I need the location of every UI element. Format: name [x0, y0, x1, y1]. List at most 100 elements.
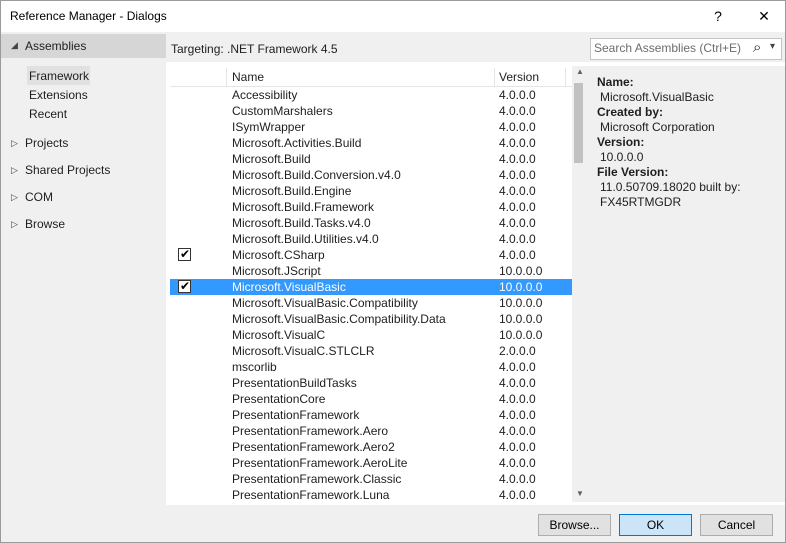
- table-row[interactable]: Microsoft.Build.Engine 4.0.0.0: [170, 183, 572, 199]
- table-row[interactable]: ISymWrapper 4.0.0.0: [170, 119, 572, 135]
- row-version: 4.0.0.0: [499, 232, 536, 246]
- table-row[interactable]: Accessibility 4.0.0.0: [170, 87, 572, 103]
- sidebar-item-projects[interactable]: Projects: [25, 136, 68, 150]
- column-header-version[interactable]: Version: [499, 70, 539, 84]
- detail-file-version-value-cont: FX45RTMGDR: [600, 195, 682, 209]
- row-version: 2.0.0.0: [499, 344, 536, 358]
- table-row[interactable]: Microsoft.Build.Utilities.v4.0 4.0.0.0: [170, 231, 572, 247]
- row-version: 4.0.0.0: [499, 104, 536, 118]
- row-version: 4.0.0.0: [499, 216, 536, 230]
- sidebar-header-label: Assemblies: [25, 39, 87, 53]
- table-row[interactable]: Microsoft.Build.Tasks.v4.0 4.0.0.0: [170, 215, 572, 231]
- detail-file-version-value: 11.0.50709.18020 built by:: [600, 180, 741, 194]
- title-bar: Reference Manager - Dialogs ? ✕: [1, 1, 785, 32]
- scroll-up-icon[interactable]: ▲: [576, 67, 584, 76]
- row-version: 4.0.0.0: [499, 88, 536, 102]
- row-version: 4.0.0.0: [499, 200, 536, 214]
- row-version: 4.0.0.0: [499, 408, 536, 422]
- sidebar-item-shared-projects[interactable]: Shared Projects: [25, 163, 110, 177]
- row-name: Microsoft.VisualC.STLCLR: [232, 344, 375, 358]
- column-divider[interactable]: [226, 68, 227, 86]
- row-version: 4.0.0.0: [499, 392, 536, 406]
- row-name: PresentationCore: [232, 392, 326, 406]
- row-name: Microsoft.Build.Engine: [232, 184, 352, 198]
- row-name: Microsoft.Build.Framework: [232, 200, 375, 214]
- row-version: 4.0.0.0: [499, 152, 536, 166]
- collapsed-triangle-icon[interactable]: ▷: [11, 165, 18, 176]
- table-row[interactable]: PresentationFramework 4.0.0.0: [170, 407, 572, 423]
- close-button[interactable]: ✕: [744, 1, 784, 32]
- search-input[interactable]: [594, 40, 744, 56]
- table-row[interactable]: Microsoft.VisualBasic.Compatibility 10.0.…: [170, 295, 572, 311]
- row-version: 10.0.0.0: [499, 312, 543, 326]
- detail-version-label: Version:: [597, 135, 645, 149]
- table-row[interactable]: Microsoft.Build.Conversion.v4.0 4.0.0.0: [170, 167, 572, 183]
- row-name: Accessibility: [232, 88, 298, 102]
- row-name: PresentationFramework.Aero2: [232, 440, 395, 454]
- column-divider[interactable]: [494, 68, 495, 86]
- table-row[interactable]: Microsoft.Activities.Build 4.0.0.0: [170, 135, 572, 151]
- row-name: PresentationFramework.Aero: [232, 424, 389, 438]
- column-divider: [565, 68, 566, 86]
- browse-button[interactable]: Browse...: [538, 514, 611, 536]
- table-row[interactable]: ✔ Microsoft.CSharp 4.0.0.0: [170, 247, 572, 263]
- sidebar-item-extensions[interactable]: Extensions: [29, 88, 88, 102]
- row-version: 10.0.0.0: [499, 328, 543, 342]
- row-name: mscorlib: [232, 360, 277, 374]
- table-row[interactable]: Microsoft.JScript 10.0.0.0: [170, 263, 572, 279]
- checkmark-icon: ✔: [180, 247, 191, 261]
- table-row[interactable]: Microsoft.VisualBasic.Compatibility.Data…: [170, 311, 572, 327]
- table-row[interactable]: ✔ Microsoft.VisualBasic 10.0.0.0: [170, 279, 572, 295]
- ok-button[interactable]: OK: [619, 514, 692, 536]
- row-name: ISymWrapper: [232, 120, 306, 134]
- scroll-down-icon[interactable]: ▼: [576, 489, 584, 498]
- collapsed-triangle-icon[interactable]: ▷: [11, 219, 18, 230]
- table-row[interactable]: Microsoft.VisualC.STLCLR 2.0.0.0: [170, 343, 572, 359]
- detail-name-label: Name:: [597, 75, 634, 89]
- row-name: PresentationFramework: [232, 408, 360, 422]
- table-row[interactable]: PresentationBuildTasks 4.0.0.0: [170, 375, 572, 391]
- row-version: 4.0.0.0: [499, 440, 536, 454]
- row-checkbox[interactable]: ✔: [178, 279, 191, 293]
- cancel-button[interactable]: Cancel: [700, 514, 773, 536]
- search-dropdown-icon[interactable]: ▾: [770, 41, 775, 52]
- table-row[interactable]: PresentationFramework.Aero2 4.0.0.0: [170, 439, 572, 455]
- collapsed-triangle-icon[interactable]: ▷: [11, 138, 18, 149]
- sidebar-item-framework[interactable]: Framework: [29, 69, 89, 83]
- table-row[interactable]: PresentationFramework.AeroLite 4.0.0.0: [170, 455, 572, 471]
- table-row[interactable]: mscorlib 4.0.0.0: [170, 359, 572, 375]
- row-checkbox[interactable]: ✔: [178, 247, 191, 261]
- sidebar-item-com[interactable]: COM: [25, 190, 53, 204]
- targeting-label: Targeting: .NET Framework 4.5: [171, 42, 338, 56]
- table-row[interactable]: PresentationFramework.Luna 4.0.0.0: [170, 487, 572, 502]
- collapsed-triangle-icon[interactable]: ▷: [11, 192, 18, 203]
- search-box[interactable]: ⌕ ▾: [590, 38, 782, 60]
- table-row[interactable]: PresentationCore 4.0.0.0: [170, 391, 572, 407]
- row-name: Microsoft.Activities.Build: [232, 136, 362, 150]
- search-icon[interactable]: ⌕: [753, 39, 761, 56]
- row-name: PresentationFramework.Classic: [232, 472, 402, 486]
- row-name: Microsoft.CSharp: [232, 248, 325, 262]
- scrollbar-thumb[interactable]: [574, 83, 583, 163]
- table-row[interactable]: PresentationFramework.Aero 4.0.0.0: [170, 423, 572, 439]
- row-version: 4.0.0.0: [499, 456, 536, 470]
- sidebar-header-assemblies[interactable]: ◢ Assemblies: [1, 34, 166, 58]
- table-row[interactable]: Microsoft.Build.Framework 4.0.0.0: [170, 199, 572, 215]
- row-name: PresentationBuildTasks: [232, 376, 357, 390]
- table-row[interactable]: Microsoft.Build 4.0.0.0: [170, 151, 572, 167]
- row-version: 4.0.0.0: [499, 136, 536, 150]
- row-name: PresentationFramework.AeroLite: [232, 456, 408, 470]
- column-header-name[interactable]: Name: [232, 70, 264, 84]
- sidebar: [1, 32, 166, 505]
- reference-manager-window: Reference Manager - Dialogs ? ✕ ◢ Assemb…: [0, 0, 786, 543]
- row-name: Microsoft.Build.Tasks.v4.0: [232, 216, 371, 230]
- row-name: Microsoft.VisualBasic: [232, 280, 346, 294]
- table-row[interactable]: PresentationFramework.Classic 4.0.0.0: [170, 471, 572, 487]
- table-row[interactable]: CustomMarshalers 4.0.0.0: [170, 103, 572, 119]
- sidebar-item-browse[interactable]: Browse: [25, 217, 65, 231]
- table-row[interactable]: Microsoft.VisualC 10.0.0.0: [170, 327, 572, 343]
- detail-file-version-label: File Version:: [597, 165, 669, 179]
- row-name: Microsoft.VisualBasic.Compatibility.Data: [232, 312, 446, 326]
- help-button[interactable]: ?: [698, 1, 738, 32]
- sidebar-item-recent[interactable]: Recent: [29, 107, 67, 121]
